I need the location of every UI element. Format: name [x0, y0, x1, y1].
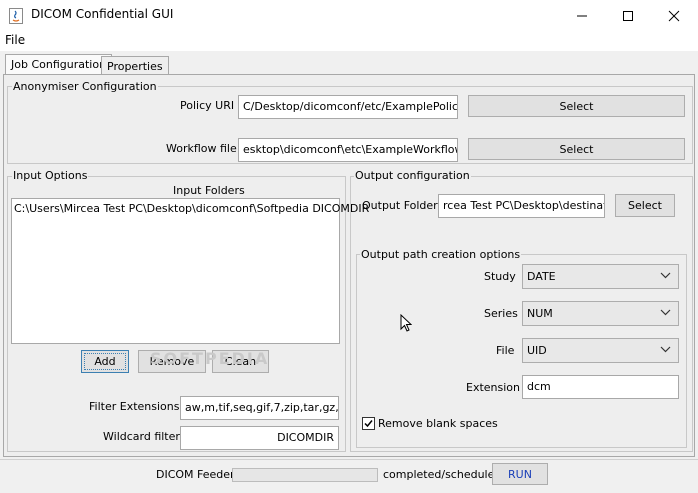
output-config-title: Output configuration	[354, 169, 471, 182]
menu-bar	[0, 31, 698, 51]
close-button[interactable]	[651, 0, 697, 31]
window-title: DICOM Confidential GUI	[31, 7, 174, 21]
anonymiser-group-title: Anonymiser Configuration	[12, 80, 158, 93]
maximize-icon	[623, 10, 633, 21]
chevron-down-icon	[660, 309, 671, 316]
output-folder-label: Output Folder	[362, 199, 438, 212]
workflow-file-label: Workflow file	[166, 142, 237, 155]
minimize-icon	[577, 15, 587, 16]
workflow-select-button[interactable]: Select	[468, 138, 685, 160]
study-dropdown[interactable]: DATE	[522, 264, 679, 289]
extension-field[interactable]: dcm	[522, 375, 679, 399]
java-app-icon	[9, 8, 23, 24]
series-label: Series	[484, 307, 518, 320]
menu-file[interactable]: File	[5, 33, 25, 47]
checkmark-icon	[364, 420, 373, 428]
chevron-down-icon	[660, 346, 671, 353]
study-value: DATE	[527, 270, 556, 283]
list-item[interactable]: C:\Users\Mircea Test PC\Desktop\dicomcon…	[12, 199, 369, 218]
run-button[interactable]: RUN	[492, 463, 548, 485]
close-icon	[668, 10, 680, 21]
feeder-progress-bar	[232, 468, 378, 482]
series-value: NUM	[527, 307, 553, 320]
wildcard-filter-label: Wildcard filter	[103, 430, 180, 443]
policy-uri-field[interactable]: C/Desktop/dicomconf/etc/ExamplePolicy.xm…	[238, 95, 458, 119]
study-label: Study	[484, 270, 516, 283]
dicom-feeder-label: DICOM Feeder	[156, 468, 235, 481]
filter-extensions-field[interactable]: aw,m,tif,seq,gif,7,zip,tar,gz,log	[180, 396, 339, 420]
chevron-down-icon	[660, 272, 671, 279]
file-dropdown[interactable]: UID	[522, 338, 679, 363]
workflow-file-field[interactable]: esktop\dicomconf\etc\ExampleWorkflow.xml	[238, 138, 458, 162]
filter-extensions-label: Filter Extensions	[89, 400, 180, 413]
series-dropdown[interactable]: NUM	[522, 301, 679, 326]
input-folders-header: Input Folders	[173, 184, 245, 197]
policy-uri-label: Policy URI	[180, 99, 235, 112]
minimize-button[interactable]	[559, 0, 605, 31]
progress-status-text: completed/scheduled	[383, 468, 502, 481]
input-folders-list[interactable]: C:\Users\Mircea Test PC\Desktop\dicomcon…	[11, 198, 369, 344]
softpedia-watermark: SOFTPEDIA	[150, 349, 270, 368]
file-value: UID	[527, 344, 547, 357]
remove-blank-spaces-checkbox[interactable]	[362, 417, 375, 430]
output-folder-select-button[interactable]: Select	[615, 194, 675, 217]
mouse-cursor-icon	[400, 314, 412, 332]
remove-blank-spaces-label: Remove blank spaces	[378, 417, 498, 430]
input-options-title: Input Options	[12, 169, 89, 182]
output-path-options-title: Output path creation options	[360, 248, 522, 261]
extension-label: Extension	[466, 381, 521, 394]
policy-select-button[interactable]: Select	[468, 95, 685, 117]
file-label: File	[496, 344, 515, 357]
wildcard-filter-field[interactable]: DICOMDIR	[180, 426, 339, 450]
output-folder-field[interactable]: rcea Test PC\Desktop\destination	[438, 194, 605, 218]
maximize-button[interactable]	[605, 0, 651, 31]
add-button[interactable]: Add	[81, 350, 129, 373]
